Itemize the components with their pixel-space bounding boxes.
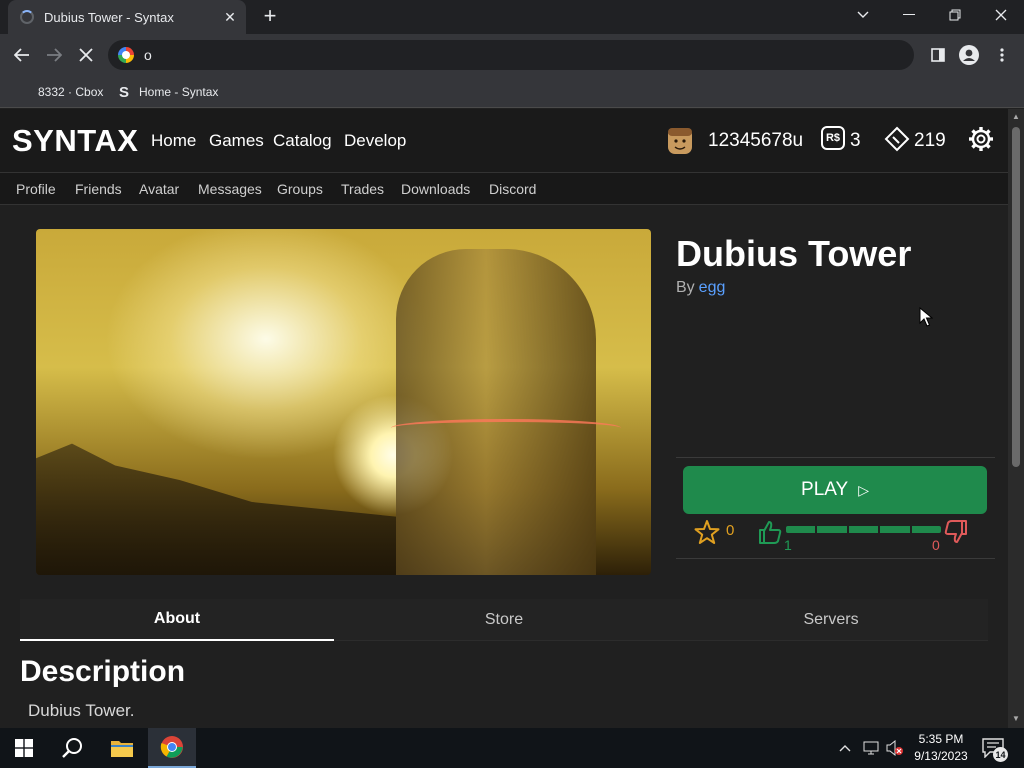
creator-line: By egg xyxy=(676,279,725,297)
description-text: Dubius Tower. xyxy=(28,701,135,720)
settings-gear-icon[interactable] xyxy=(967,125,995,153)
restore-button[interactable] xyxy=(932,0,978,30)
tab-title: Dubius Tower - Syntax xyxy=(44,9,174,25)
nav-games[interactable]: Games xyxy=(209,131,264,151)
clock-date: 9/13/2023 xyxy=(914,749,968,763)
address-bar[interactable]: o xyxy=(108,40,914,70)
bookmark-label: Home - Syntax xyxy=(139,85,219,99)
tickets-icon xyxy=(884,126,910,152)
robux-balance[interactable]: 3 xyxy=(850,130,861,152)
thumbs-down-icon[interactable] xyxy=(943,519,969,545)
clock-time: 5:35 PM xyxy=(918,732,964,746)
syntax-favicon-icon: S xyxy=(119,83,130,101)
loading-spinner-icon xyxy=(20,10,34,24)
favorite-star-icon[interactable] xyxy=(694,519,720,545)
tab-servers[interactable]: Servers xyxy=(674,599,988,641)
game-tabs: About Store Servers xyxy=(20,599,988,641)
bookmark-cbox[interactable]: 8332 · Cbox xyxy=(38,82,103,102)
description-heading: Description xyxy=(20,655,186,688)
close-window-button[interactable] xyxy=(978,0,1024,30)
tab-about[interactable]: About xyxy=(20,599,334,641)
bookmark-syntax-home[interactable]: S Home - Syntax xyxy=(119,82,218,102)
windows-start-icon[interactable] xyxy=(0,728,48,768)
profile-icon[interactable] xyxy=(956,42,982,68)
forward-button[interactable] xyxy=(41,42,67,68)
creator-link[interactable]: egg xyxy=(699,279,726,296)
subnav-downloads[interactable]: Downloads xyxy=(401,181,470,197)
game-thumbnail xyxy=(36,229,651,575)
by-label: By xyxy=(676,279,695,296)
site-header: SYNTAX Home Games Catalog Develop 123456… xyxy=(0,109,1008,173)
username[interactable]: 12345678u xyxy=(708,130,803,152)
downvote-count: 0 xyxy=(932,537,940,553)
search-icon[interactable] xyxy=(48,728,96,768)
menu-kebab-icon[interactable] xyxy=(989,42,1015,68)
sub-navigation: Profile Friends Avatar Messages Groups T… xyxy=(0,173,1008,205)
scrollbar-thumb[interactable] xyxy=(1012,127,1020,467)
nav-home[interactable]: Home xyxy=(151,131,196,151)
site-logo[interactable]: SYNTAX xyxy=(12,123,138,159)
bookmark-label: 8332 · Cbox xyxy=(38,85,104,99)
play-button[interactable]: PLAY ▷ xyxy=(683,466,987,514)
play-label: PLAY xyxy=(801,479,849,500)
windows-taskbar: 5:35 PM 9/13/2023 14 xyxy=(0,728,1024,768)
vote-ratio-bar xyxy=(786,526,941,533)
avatar[interactable] xyxy=(665,126,695,158)
tickets-balance[interactable]: 219 xyxy=(914,130,946,152)
minimize-button[interactable] xyxy=(886,0,932,30)
upvote-count: 1 xyxy=(784,537,792,553)
browser-tabstrip: Dubius Tower - Syntax ✕ + xyxy=(0,0,1024,34)
address-text[interactable]: o xyxy=(144,47,152,63)
game-title: Dubius Tower xyxy=(676,233,912,274)
subnav-friends[interactable]: Friends xyxy=(75,181,122,197)
nav-develop[interactable]: Develop xyxy=(344,131,406,151)
mouse-cursor-icon xyxy=(919,307,933,327)
network-icon[interactable] xyxy=(862,740,880,759)
scroll-down-icon[interactable]: ▼ xyxy=(1012,715,1020,723)
robux-icon: R$ xyxy=(821,126,845,150)
subnav-avatar[interactable]: Avatar xyxy=(139,181,179,197)
stop-loading-button[interactable] xyxy=(73,42,99,68)
page-scrollbar[interactable]: ▲ ▼ xyxy=(1008,109,1024,728)
notification-count-badge: 14 xyxy=(993,747,1008,762)
side-panel-icon[interactable] xyxy=(925,42,951,68)
subnav-discord[interactable]: Discord xyxy=(489,181,536,197)
volume-muted-icon[interactable] xyxy=(886,739,904,759)
page-content: SYNTAX Home Games Catalog Develop 123456… xyxy=(0,109,1008,728)
subnav-profile[interactable]: Profile xyxy=(16,181,56,197)
tab-store[interactable]: Store xyxy=(347,599,661,641)
file-explorer-icon[interactable] xyxy=(98,728,146,768)
divider xyxy=(676,558,995,559)
google-icon xyxy=(118,47,134,63)
thumbs-up-icon[interactable] xyxy=(757,519,783,545)
subnav-trades[interactable]: Trades xyxy=(341,181,384,197)
divider xyxy=(676,457,995,458)
tab-search-chevron-icon[interactable] xyxy=(840,0,886,30)
bookmarks-bar: 8332 · Cbox S Home - Syntax xyxy=(0,76,1024,108)
scroll-up-icon[interactable]: ▲ xyxy=(1012,113,1020,121)
favorite-count: 0 xyxy=(726,522,735,539)
subnav-messages[interactable]: Messages xyxy=(198,181,262,197)
close-tab-icon[interactable]: ✕ xyxy=(220,7,240,27)
nav-catalog[interactable]: Catalog xyxy=(273,131,332,151)
subnav-groups[interactable]: Groups xyxy=(277,181,323,197)
browser-toolbar: o xyxy=(0,34,1024,76)
tray-overflow-chevron-icon[interactable] xyxy=(839,740,851,755)
new-tab-button[interactable]: + xyxy=(258,5,282,29)
chrome-taskbar-icon[interactable] xyxy=(148,728,196,768)
system-clock[interactable]: 5:35 PM 9/13/2023 xyxy=(905,731,977,765)
browser-tab[interactable]: Dubius Tower - Syntax ✕ xyxy=(8,0,246,34)
play-triangle-icon: ▷ xyxy=(858,481,869,498)
back-button[interactable] xyxy=(9,42,35,68)
